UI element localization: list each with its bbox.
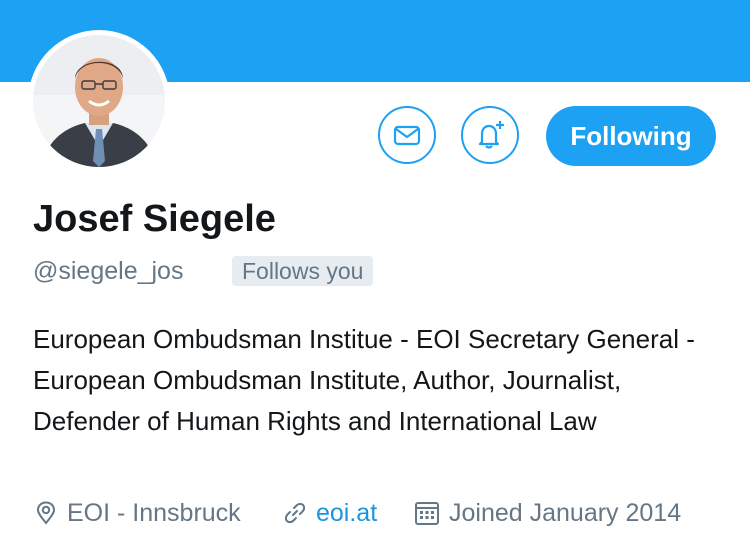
following-button[interactable]: Following (546, 106, 716, 166)
profile-name: Josef Siegele (33, 198, 276, 240)
calendar-icon (415, 502, 439, 525)
website[interactable]: eoi.at (282, 496, 377, 530)
profile-bio: European Ombudsman Institue - EOI Secret… (33, 324, 695, 436)
website-link[interactable]: eoi.at (316, 499, 377, 528)
bell-plus-icon (478, 121, 504, 149)
profile-handle: @siegele_jos (33, 257, 184, 285)
location: EOI - Innsbruck (33, 496, 241, 530)
message-button[interactable] (378, 106, 436, 164)
avatar-photo (33, 35, 165, 167)
avatar[interactable] (28, 30, 170, 172)
location-pin-icon (36, 501, 56, 525)
location-text: EOI - Innsbruck (67, 498, 241, 527)
joined-date: Joined January 2014 (413, 496, 681, 530)
envelope-icon (393, 125, 421, 146)
follows-you-badge: Follows you (232, 256, 374, 286)
link-icon (284, 502, 306, 524)
notifications-button[interactable] (461, 106, 519, 164)
joined-text: Joined January 2014 (449, 498, 682, 527)
